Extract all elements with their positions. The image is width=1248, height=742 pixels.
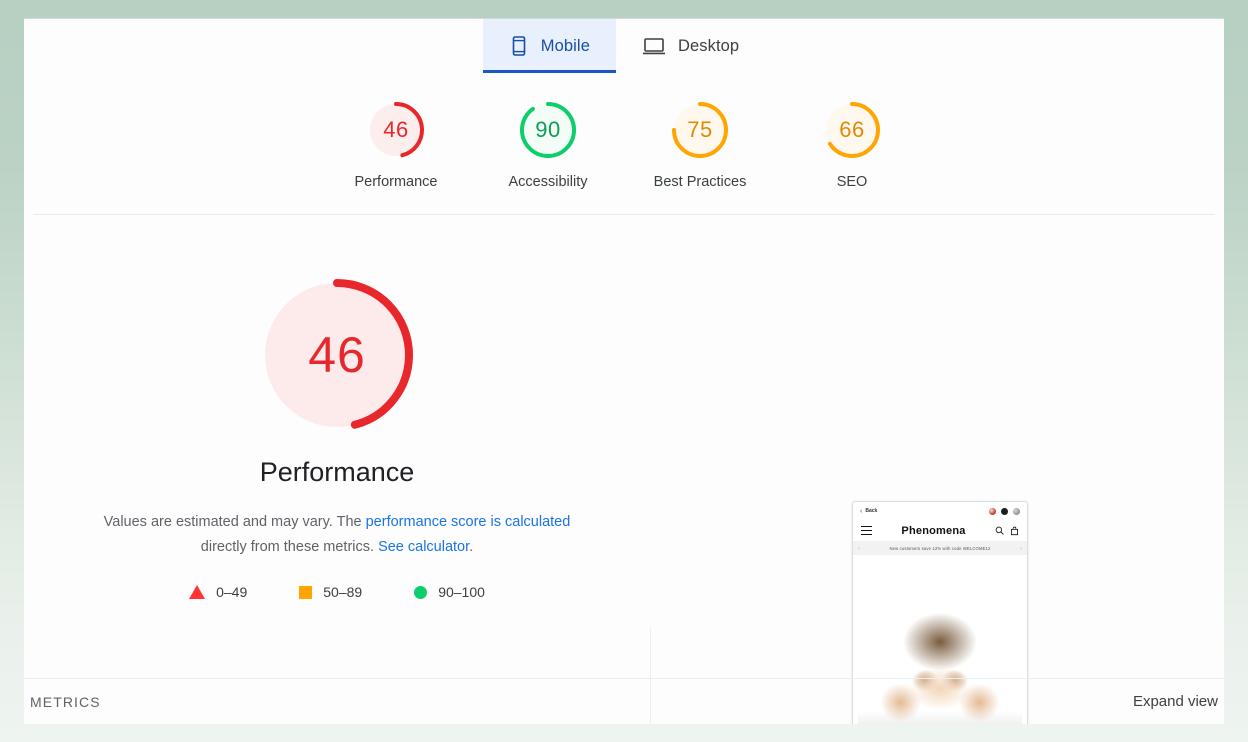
gauge-performance-label: Performance [354,174,438,190]
preview-promo-banner: ‹ New customers save 12% with code WELCO… [853,542,1027,555]
gauge-best-practices-score: 75 [687,117,713,142]
report-body: 46 Performance Values are estimated and … [24,215,1224,724]
gauge-performance-ring: 46 [364,98,428,162]
preview-site-header: Phenomena [853,520,1027,542]
description-text-before: Values are estimated and may vary. The [103,514,366,530]
preview-swatch-dots [989,507,1020,515]
preview-header-icons [995,526,1019,536]
gauge-performance[interactable]: 46 Performance [320,98,472,190]
search-icon [995,526,1004,535]
gauge-seo[interactable]: 66 SEO [776,98,928,190]
legend-poor-range: 0–49 [216,584,248,600]
gauge-accessibility[interactable]: 90 Accessibility [472,98,624,190]
gauge-accessibility-ring: 90 [516,98,580,162]
legend-item-poor: 0–49 [189,584,247,600]
gauge-best-practices-ring: 75 [668,98,732,162]
gauge-performance-score: 46 [383,117,409,142]
preview-brand-name: Phenomena [901,524,966,537]
description-text-after: . [469,539,474,555]
hamburger-icon [861,526,872,535]
performance-score-link[interactable]: performance score is calculated [366,514,571,530]
gauge-seo-ring: 66 [820,98,884,162]
preview-back-label: Back [865,508,878,514]
lighthouse-report-card: Mobile Desktop 46 Performance 90 Accessi… [24,18,1224,724]
legend-average-range: 50–89 [323,584,363,600]
category-score-row: 46 Performance 90 Accessibility 75 Best … [33,73,1215,215]
gauge-accessibility-score: 90 [535,117,561,142]
see-calculator-link[interactable]: See calculator [378,539,469,555]
featured-gauge-score: 46 [308,327,366,383]
tab-desktop-label: Desktop [677,36,740,55]
featured-gauge: 46 [257,275,417,435]
legend-item-average: 50–89 [299,584,362,600]
gauge-best-practices-label: Best Practices [653,174,747,190]
promo-next-arrow-icon: › [1020,545,1022,552]
preview-promo-text: New customers save 12% with code WELCOME… [889,546,991,551]
score-legend: 0–49 50–89 90–100 [189,584,485,600]
legend-item-good: 90–100 [414,584,485,600]
swatch-dot-grey-icon [1013,507,1020,515]
metrics-section-label: METRICS [30,693,101,710]
square-icon [299,585,313,599]
triangle-icon [189,585,206,599]
swatch-dot-black-icon [1001,507,1008,515]
tab-desktop[interactable]: Desktop [616,19,765,73]
gauge-best-practices[interactable]: 75 Best Practices [624,98,776,190]
preview-back-control: ‹ Back [860,508,877,515]
chevron-left-icon: ‹ [860,507,863,515]
report-footer: METRICS Expand view [24,678,1224,724]
gauge-seo-label: SEO [836,174,868,190]
circle-icon [414,585,428,599]
expand-view-button[interactable]: Expand view [1133,693,1218,710]
shopping-bag-icon [1010,526,1019,535]
phone-icon [509,35,529,57]
page-title: Performance [259,457,415,487]
gauge-seo-score: 66 [839,117,865,142]
tab-mobile-label: Mobile [540,36,590,55]
legend-good-range: 90–100 [438,584,485,600]
featured-performance-block: 46 Performance Values are estimated and … [24,275,650,600]
tab-mobile[interactable]: Mobile [482,19,617,73]
description-text-middle: directly from these metrics. [200,539,379,555]
preview-browser-bar: ‹ Back [853,502,1027,520]
gauge-accessibility-label: Accessibility [508,174,588,190]
form-factor-tabs: Mobile Desktop [24,19,1224,73]
laptop-icon [642,35,666,57]
swatch-dot-red-icon [989,507,996,515]
featured-description: Values are estimated and may vary. The p… [82,510,592,560]
